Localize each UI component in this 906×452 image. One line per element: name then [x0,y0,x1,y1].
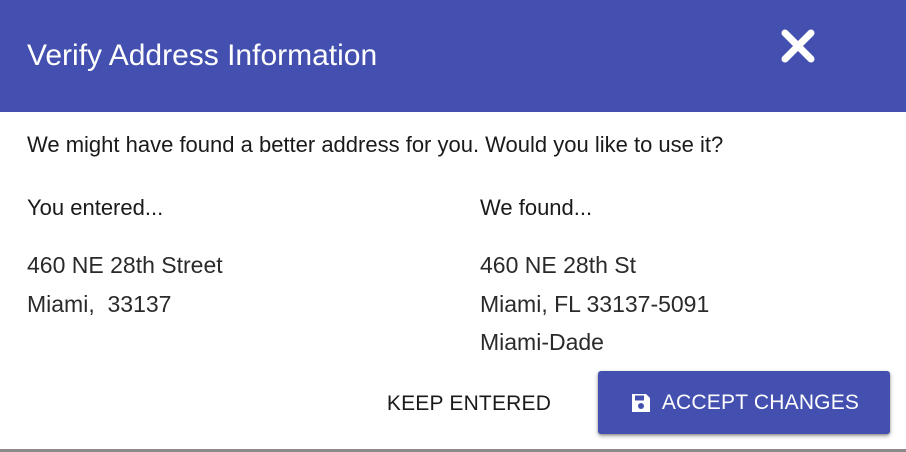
save-icon [629,391,653,415]
dialog-title: Verify Address Information [27,39,378,72]
accept-changes-label: ACCEPT CHANGES [661,390,860,414]
keep-entered-button[interactable]: KEEP ENTERED [360,382,578,426]
found-address-column: We found... 460 NE 28th St Miami, FL 331… [480,194,709,362]
entered-address-column: You entered... 460 NE 28th Street Miami,… [27,194,223,323]
verify-address-dialog: Verify Address Information We might have… [0,0,906,452]
found-address: 460 NE 28th St Miami, FL 33137-5091 Miam… [480,246,709,362]
entered-address-line: Miami, 33137 [27,290,172,317]
entered-heading: You entered... [27,195,164,220]
entered-address-line: 460 NE 28th Street [27,252,223,278]
close-icon [781,29,815,63]
accept-changes-button[interactable]: ACCEPT CHANGES [598,371,890,434]
entered-address: 460 NE 28th Street Miami, 33137 [27,246,223,323]
close-button[interactable] [776,24,820,68]
dialog-message: We might have found a better address for… [27,132,724,157]
dialog-header: Verify Address Information [0,0,906,112]
found-heading: We found... [480,195,593,220]
found-address-line: Miami, FL 33137-5091 [480,290,710,317]
keep-entered-label: KEEP ENTERED [386,392,552,415]
found-address-line: Miami-Dade [480,329,604,355]
found-address-line: 460 NE 28th St [480,252,636,278]
